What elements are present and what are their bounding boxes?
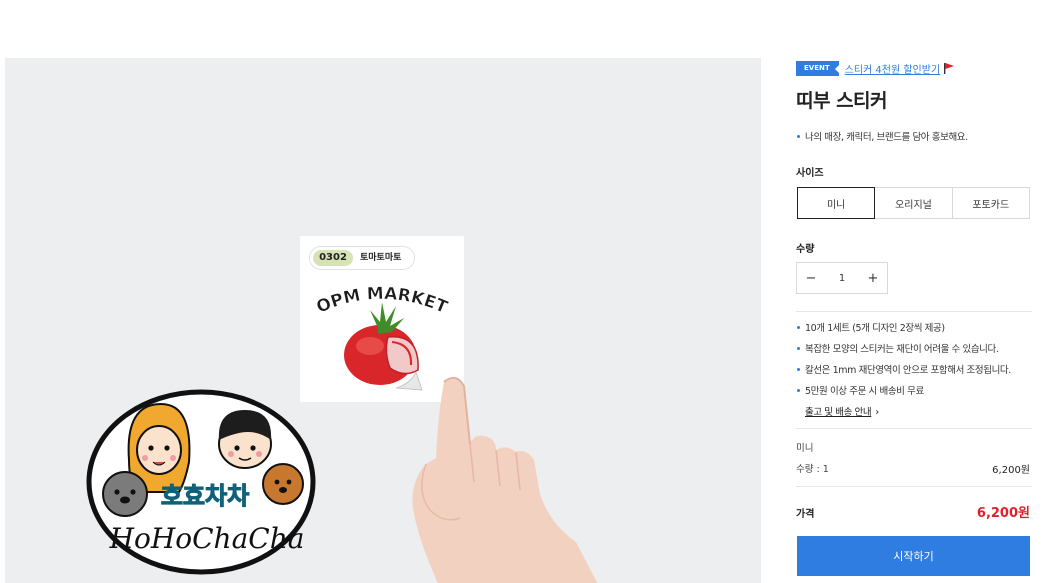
- product-title: 띠부 스티커: [796, 90, 888, 112]
- event-badge: EVENT: [796, 60, 840, 76]
- event-row: EVENT 스티커 4천원 할인받기: [796, 60, 955, 76]
- oval-english-text: HoHoChaCha: [109, 522, 305, 555]
- note-item: 칼선은 1mm 재단영역이 안으로 포함해서 조정됩니다.: [796, 364, 1011, 377]
- divider: [796, 486, 1032, 487]
- quantity-stepper: − +: [796, 262, 888, 294]
- size-option-original[interactable]: 오리지널: [874, 187, 953, 219]
- selected-option-name: 미니: [796, 443, 814, 454]
- sticker-code: 0302: [313, 250, 353, 266]
- size-label: 사이즈: [796, 168, 824, 179]
- total-label: 가격: [796, 509, 815, 520]
- product-description: 나의 매장, 캐릭터, 브랜드를 담아 홍보해요.: [796, 131, 968, 144]
- selected-option-price: 6,200원: [992, 465, 1030, 476]
- size-selector: 미니 오리지널 포토카드: [797, 187, 1030, 219]
- flag-icon: [944, 63, 955, 74]
- quantity-decrease-button[interactable]: −: [797, 263, 825, 293]
- divider: [796, 311, 1032, 312]
- divider: [796, 428, 1032, 429]
- shipping-info-label: 출고 및 배송 안내: [805, 407, 872, 418]
- selected-quantity: 수량 : 1: [796, 464, 829, 475]
- quantity-input[interactable]: [825, 272, 859, 284]
- quantity-increase-button[interactable]: +: [859, 263, 887, 293]
- note-item: 10개 1세트 (5개 디자인 2장씩 제공): [796, 322, 1011, 335]
- hohochacha-oval-sticker: 호효차차 HoHoChaCha: [86, 389, 316, 575]
- description-text: 나의 매장, 캐릭터, 브랜드를 담아 홍보해요.: [796, 131, 968, 144]
- size-option-photocard[interactable]: 포토카드: [951, 187, 1030, 219]
- discount-event-link[interactable]: 스티커 4천원 할인받기: [845, 61, 941, 76]
- start-button[interactable]: 시작하기: [797, 536, 1030, 576]
- sticker-tag: 0302 토마토마토: [309, 246, 415, 270]
- shipping-info-link[interactable]: 출고 및 배송 안내 ›: [805, 404, 879, 418]
- chevron-right-icon: ›: [875, 407, 879, 418]
- oval-korean-text: 호효차차: [161, 482, 249, 510]
- note-item: 복잡한 모양의 스티커는 재단이 어려울 수 있습니다.: [796, 343, 1011, 356]
- sticker-name: 토마토마토: [360, 253, 402, 263]
- product-options-panel: EVENT 스티커 4천원 할인받기 띠부 스티커 나의 매장, 캐릭터, 브랜…: [796, 0, 1032, 583]
- quantity-label: 수량: [796, 244, 815, 255]
- hand-image: [412, 376, 598, 583]
- total-price: 6,200원: [976, 506, 1030, 521]
- product-notes: 10개 1세트 (5개 디자인 2장씩 제공) 복잡한 모양의 스티커는 재단이…: [796, 322, 1011, 406]
- note-item: 5만원 이상 주문 시 배송비 무료: [796, 385, 1011, 398]
- product-image: 0302 토마토마토 OPM MARKET 호효차차 HoHoChaCha: [5, 58, 761, 583]
- size-option-mini[interactable]: 미니: [797, 187, 876, 219]
